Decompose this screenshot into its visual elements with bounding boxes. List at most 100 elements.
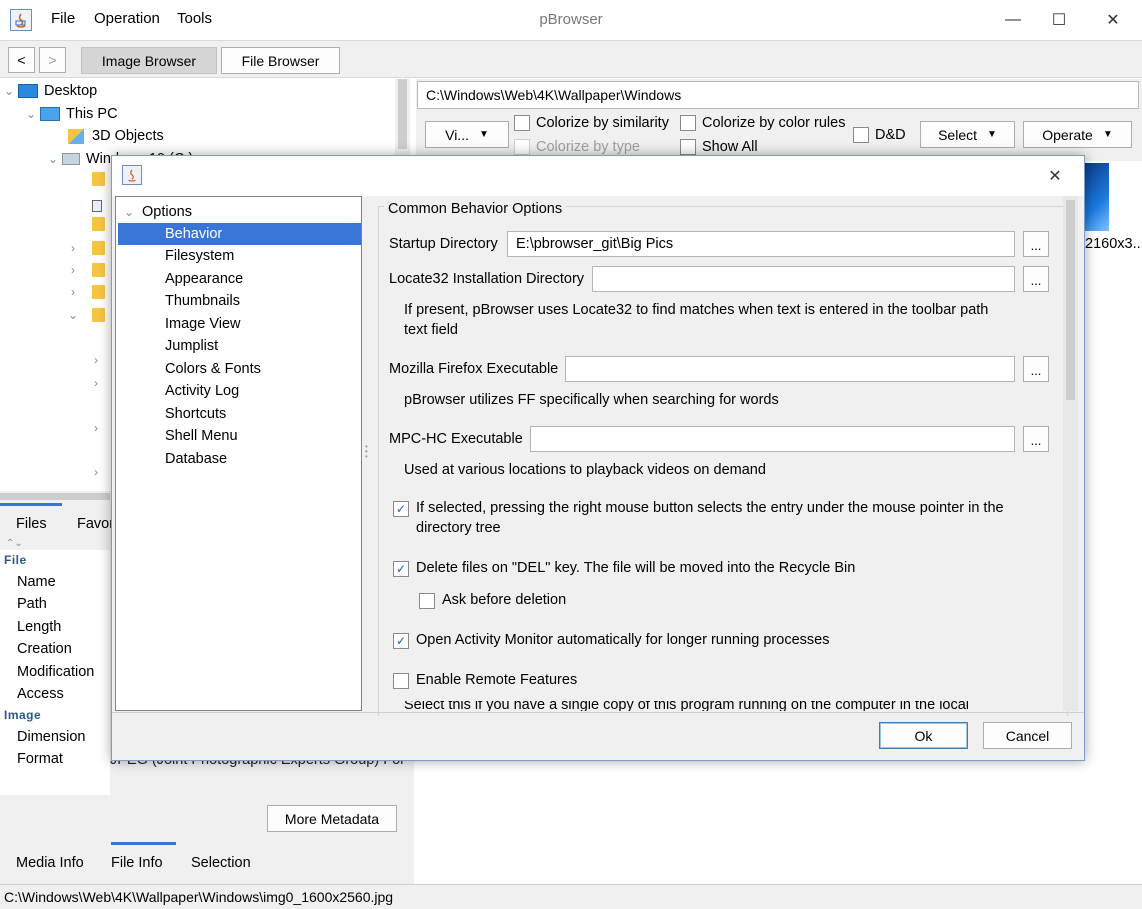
path-field[interactable]: C:\Windows\Web\4K\Wallpaper\Windows <box>417 81 1139 109</box>
checkbox-icon[interactable] <box>680 115 696 131</box>
dialog-close-button[interactable]: ✕ <box>1032 156 1078 196</box>
chevron-right-icon[interactable]: › <box>87 376 105 390</box>
chevron-down-icon[interactable]: ⌄ <box>64 308 82 322</box>
tree-item-3d-objects[interactable]: 3D Objects <box>68 125 164 147</box>
checkbox-label: Open Activity Monitor automatically for … <box>416 632 830 648</box>
activity-monitor-checkbox[interactable]: ✓ Open Activity Monitor automatically fo… <box>393 630 829 650</box>
category-database[interactable]: Database <box>165 448 227 470</box>
dnd-checkbox[interactable]: D&D <box>853 127 906 143</box>
folder-icon <box>92 263 111 280</box>
chevron-down-icon[interactable]: ⌄ <box>22 107 40 121</box>
prop-creation: Creation <box>0 638 110 660</box>
section-file: File <box>4 553 27 567</box>
prop-access: Access <box>0 683 110 705</box>
category-appearance[interactable]: Appearance <box>165 268 243 290</box>
chevron-down-icon[interactable]: ⌄ <box>44 152 62 166</box>
dropdown-arrow-icon: ▼ <box>987 129 997 140</box>
category-image-view[interactable]: Image View <box>165 313 241 335</box>
checkbox-icon <box>514 139 530 155</box>
category-shortcuts[interactable]: Shortcuts <box>165 403 226 425</box>
chevron-right-icon[interactable]: › <box>87 465 105 479</box>
category-behavior[interactable]: Behavior <box>118 223 361 245</box>
cancel-button[interactable]: Cancel <box>983 722 1072 749</box>
ok-button[interactable]: Ok <box>879 722 968 749</box>
select-button[interactable]: Select ▼ <box>920 121 1015 148</box>
tree-scrollbar[interactable] <box>395 79 410 157</box>
tree-item-desktop[interactable]: ⌄ Desktop <box>0 80 97 102</box>
category-filesystem[interactable]: Filesystem <box>165 245 234 267</box>
checkmark-icon[interactable]: ✓ <box>393 633 409 649</box>
dropdown-arrow-icon: ▼ <box>478 129 489 140</box>
back-button[interactable]: < <box>8 47 35 73</box>
forward-button[interactable]: > <box>39 47 66 73</box>
browse-icon: ... <box>1030 433 1042 448</box>
tab-file-browser[interactable]: File Browser <box>221 47 340 74</box>
thumbnail-image[interactable] <box>1085 163 1109 231</box>
category-colors-fonts[interactable]: Colors & Fonts <box>165 358 261 380</box>
tab-selection[interactable]: Selection <box>191 855 251 871</box>
chevron-right-icon[interactable]: › <box>64 263 82 277</box>
checkbox-icon[interactable] <box>853 127 869 143</box>
colorize-rules-checkbox[interactable]: Colorize by color rules <box>680 115 845 131</box>
options-root[interactable]: ⌄ Options <box>120 201 192 223</box>
remote-features-checkbox[interactable]: Enable Remote Features <box>393 670 577 690</box>
more-metadata-button[interactable]: More Metadata <box>267 805 397 832</box>
operate-button-label: Operate <box>1042 126 1093 143</box>
category-jumplist[interactable]: Jumplist <box>165 335 218 357</box>
firefox-field[interactable] <box>565 356 1015 382</box>
app-icon <box>122 165 142 185</box>
tab-favorites[interactable]: Favor <box>77 516 114 532</box>
ask-before-delete-checkbox[interactable]: Ask before deletion <box>419 590 566 610</box>
tree-item-this-pc[interactable]: ⌄ This PC <box>22 103 118 125</box>
colorize-type-checkbox: Colorize by type <box>514 139 640 155</box>
view-button[interactable]: Vi... ▼ <box>425 121 509 148</box>
category-activity-log[interactable]: Activity Log <box>165 380 239 402</box>
locate32-browse-button[interactable]: ... <box>1023 266 1049 292</box>
property-table: File Name Path Length Creation Modificat… <box>0 550 110 795</box>
menu-file[interactable]: File <box>51 10 75 27</box>
locate32-label: Locate32 Installation Directory <box>389 271 585 287</box>
show-all-checkbox[interactable]: Show All <box>680 139 758 155</box>
checkbox-icon[interactable] <box>514 115 530 131</box>
checkbox-icon[interactable] <box>419 593 435 609</box>
delete-key-checkbox[interactable]: ✓ Delete files on "DEL" key. The file wi… <box>393 558 855 578</box>
content-scrollbar-thumb[interactable] <box>1066 200 1075 400</box>
checkbox-label: D&D <box>875 127 906 143</box>
category-shell-menu[interactable]: Shell Menu <box>165 425 238 447</box>
checkmark-icon[interactable]: ✓ <box>393 501 409 517</box>
options-root-label: Options <box>142 204 192 220</box>
checkmark-icon[interactable]: ✓ <box>393 561 409 577</box>
chevron-right-icon[interactable]: › <box>87 353 105 367</box>
startup-directory-field[interactable]: E:\pbrowser_git\Big Pics <box>507 231 1015 257</box>
checkbox-icon[interactable] <box>393 673 409 689</box>
chevron-right-icon[interactable]: › <box>87 421 105 435</box>
chevron-right-icon[interactable]: › <box>64 241 82 255</box>
minimize-button[interactable]: — <box>990 0 1036 40</box>
menu-operation[interactable]: Operation <box>94 10 160 27</box>
locate32-field[interactable] <box>592 266 1015 292</box>
operate-button[interactable]: Operate ▼ <box>1023 121 1132 148</box>
menu-tools[interactable]: Tools <box>177 10 212 27</box>
folder-icon <box>92 308 111 325</box>
checkbox-icon[interactable] <box>680 139 696 155</box>
tab-media-info[interactable]: Media Info <box>16 855 84 871</box>
maximize-button[interactable]: ☐ <box>1036 0 1082 40</box>
tab-image-browser[interactable]: Image Browser <box>81 47 217 74</box>
chevron-down-icon[interactable]: ⌄ <box>120 205 138 219</box>
chevron-down-icon[interactable]: ⌄ <box>0 84 18 98</box>
tab-file-info[interactable]: File Info <box>111 855 163 871</box>
startup-browse-button[interactable]: ... <box>1023 231 1049 257</box>
splitter-handle[interactable]: • • • <box>365 443 369 461</box>
content-scrollbar[interactable] <box>1063 196 1078 711</box>
tab-files[interactable]: Files <box>16 516 47 532</box>
collapse-icon[interactable]: ⌃⌄ <box>6 538 23 549</box>
firefox-browse-button[interactable]: ... <box>1023 356 1049 382</box>
category-thumbnails[interactable]: Thumbnails <box>165 290 240 312</box>
close-button[interactable]: ✕ <box>1090 0 1136 40</box>
chevron-right-icon[interactable]: › <box>64 285 82 299</box>
rmb-select-checkbox[interactable]: ✓ If selected, pressing the right mouse … <box>393 498 1033 538</box>
mpc-field[interactable] <box>530 426 1015 452</box>
tree-scrollbar-thumb[interactable] <box>398 79 407 149</box>
colorize-similarity-checkbox[interactable]: Colorize by similarity <box>514 115 669 131</box>
mpc-browse-button[interactable]: ... <box>1023 426 1049 452</box>
